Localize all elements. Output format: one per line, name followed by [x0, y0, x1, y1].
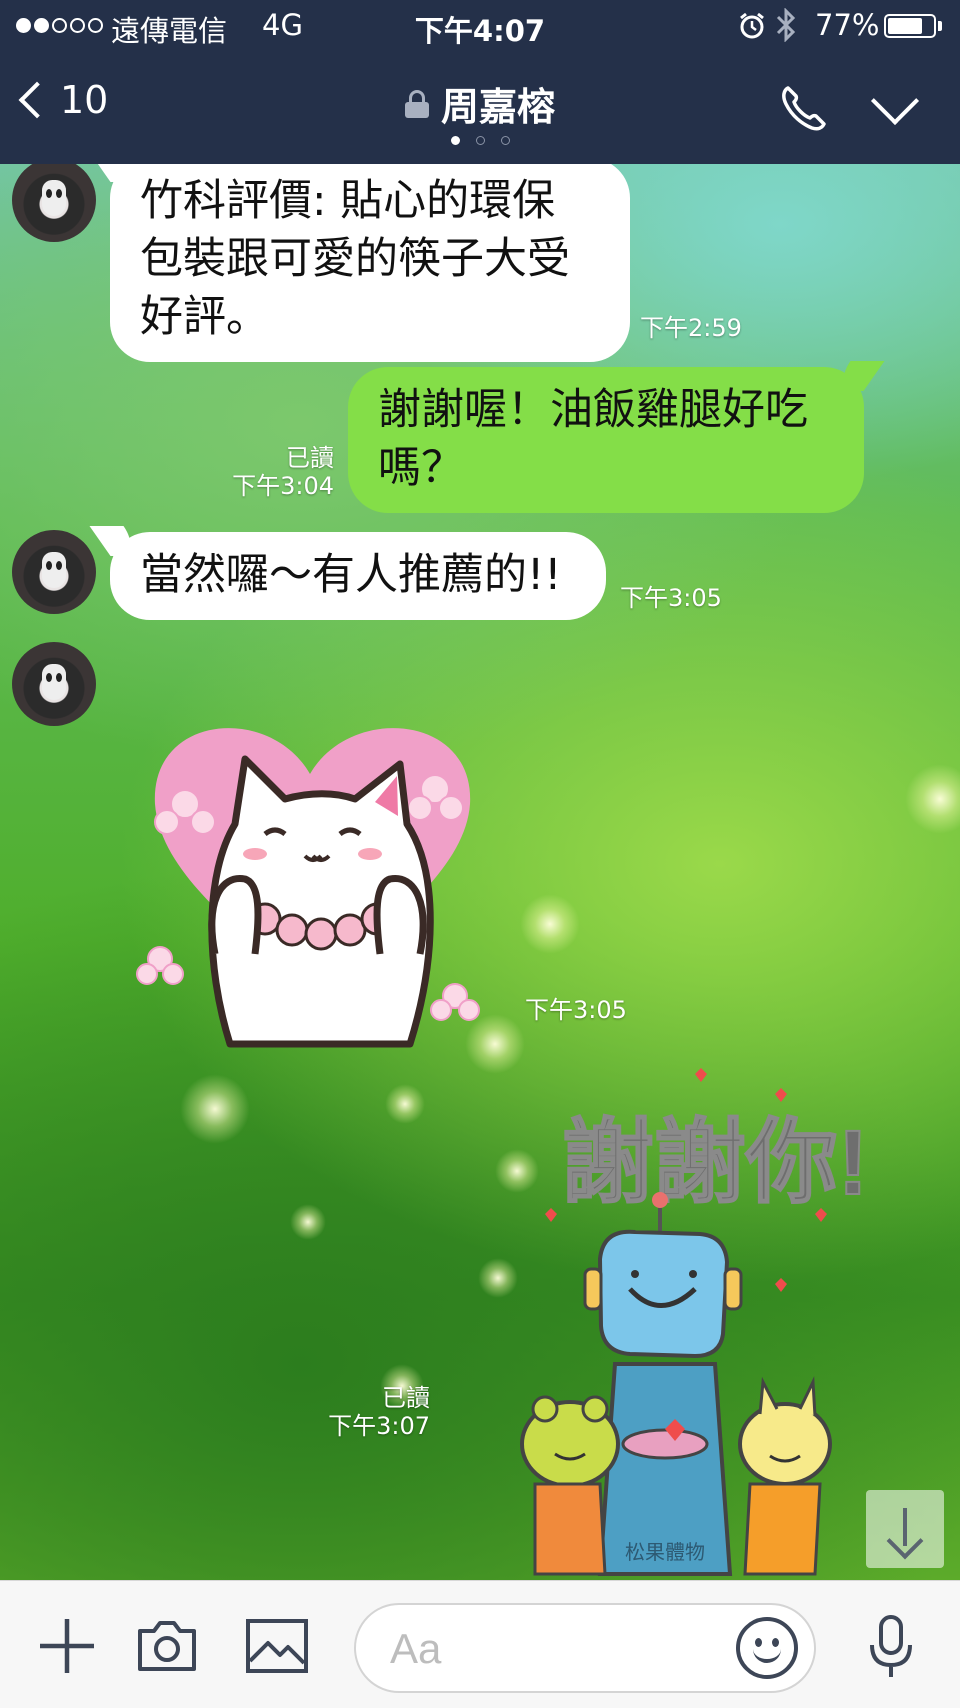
emoji-icon[interactable]: [736, 1617, 798, 1679]
top-bar: 遠傳電信 4G 下午4:07 77% 10 周嘉榕: [0, 0, 960, 164]
chat-area[interactable]: 竹科評價: 貼心的環保 包裝跟可愛的筷子大受 好評。 下午2:59 謝謝喔！油飯…: [0, 164, 960, 1580]
scroll-to-bottom-button[interactable]: [866, 1490, 944, 1568]
contact-avatar[interactable]: [12, 164, 96, 242]
battery-percent: 77%: [815, 8, 880, 42]
read-receipt: 已讀: [382, 1384, 430, 1412]
page-indicator: [0, 136, 960, 145]
contact-avatar[interactable]: [12, 530, 96, 614]
input-bar: Aa: [0, 1580, 960, 1708]
read-receipt: 已讀: [286, 444, 334, 472]
message-input[interactable]: Aa: [354, 1603, 816, 1693]
message-time: 下午2:59: [640, 314, 742, 342]
sticker-brand: 松果體物: [625, 1541, 705, 1564]
status-bar: 遠傳電信 4G 下午4:07 77%: [0, 0, 960, 52]
lock-icon: [404, 89, 429, 118]
message-bubble[interactable]: 當然囉～有人推薦的!!: [89, 526, 606, 620]
microphone-icon[interactable]: [856, 1611, 926, 1681]
contact-name: 周嘉榕: [440, 85, 555, 129]
message-bubble[interactable]: 謝謝喔！油飯雞腿好吃 嗎？: [348, 361, 885, 513]
message-time: 下午3:05: [525, 996, 627, 1024]
message-text: 謝謝喔！油飯雞腿好吃 嗎？: [378, 385, 808, 493]
plus-icon[interactable]: [32, 1611, 102, 1681]
battery-icon: [884, 14, 936, 38]
bluetooth-icon: [776, 8, 796, 42]
image-icon[interactable]: [242, 1611, 312, 1681]
message-time: 下午3:07: [328, 1412, 430, 1440]
contact-avatar[interactable]: [12, 642, 96, 726]
message-text: 竹科評價: 貼心的環保 包裝跟可愛的筷子大受 好評。: [140, 176, 570, 342]
message-time: 下午3:04: [232, 472, 334, 500]
phone-icon[interactable]: [778, 82, 830, 134]
white-cat-heart-sticker[interactable]: [135, 704, 535, 1084]
sticker-caption: 謝謝你!: [562, 1112, 869, 1214]
message-bubble[interactable]: 竹科評價: 貼心的環保 包裝跟可愛的筷子大受 好評。: [89, 164, 630, 362]
message-time: 下午3:05: [620, 584, 722, 612]
camera-icon[interactable]: [132, 1611, 202, 1681]
input-placeholder: Aa: [390, 1625, 442, 1672]
message-text: 當然囉～有人推薦的!!: [140, 550, 562, 600]
alarm-icon: [740, 12, 764, 39]
